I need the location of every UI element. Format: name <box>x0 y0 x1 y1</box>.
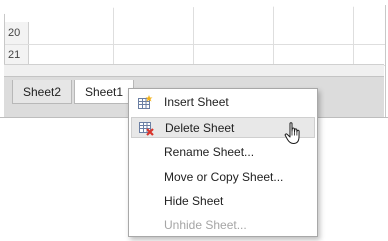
menu-item-hide-sheet[interactable]: Hide Sheet <box>131 191 315 212</box>
grid-row[interactable]: 21 <box>5 45 385 66</box>
menu-item-unhide-sheet: Unhide Sheet... <box>131 215 315 236</box>
menu-item-insert-sheet[interactable]: Insert Sheet <box>131 92 315 113</box>
menu-item-label: Rename Sheet... <box>164 145 255 159</box>
menu-item-label: Insert Sheet <box>164 95 229 109</box>
menu-item-move-copy-sheet[interactable]: Move or Copy Sheet... <box>131 167 315 188</box>
insert-sheet-icon <box>138 95 153 109</box>
row-header[interactable]: 21 <box>5 45 29 65</box>
grid-row[interactable]: 20 <box>5 22 385 45</box>
tab-sheet1[interactable]: Sheet1 <box>74 80 135 104</box>
hand-pointer-cursor-icon <box>284 122 300 144</box>
delete-sheet-icon <box>139 122 154 136</box>
sheet-context-menu: Insert Sheet Delete Sheet Rename Sheet..… <box>128 88 318 237</box>
menu-item-label: Unhide Sheet... <box>164 218 247 232</box>
tab-sheet2[interactable]: Sheet2 <box>12 80 73 104</box>
row-header[interactable]: 20 <box>5 22 29 44</box>
menu-item-label: Hide Sheet <box>164 194 224 208</box>
menu-item-label: Delete Sheet <box>165 121 235 135</box>
menu-item-label: Move or Copy Sheet... <box>164 170 284 184</box>
